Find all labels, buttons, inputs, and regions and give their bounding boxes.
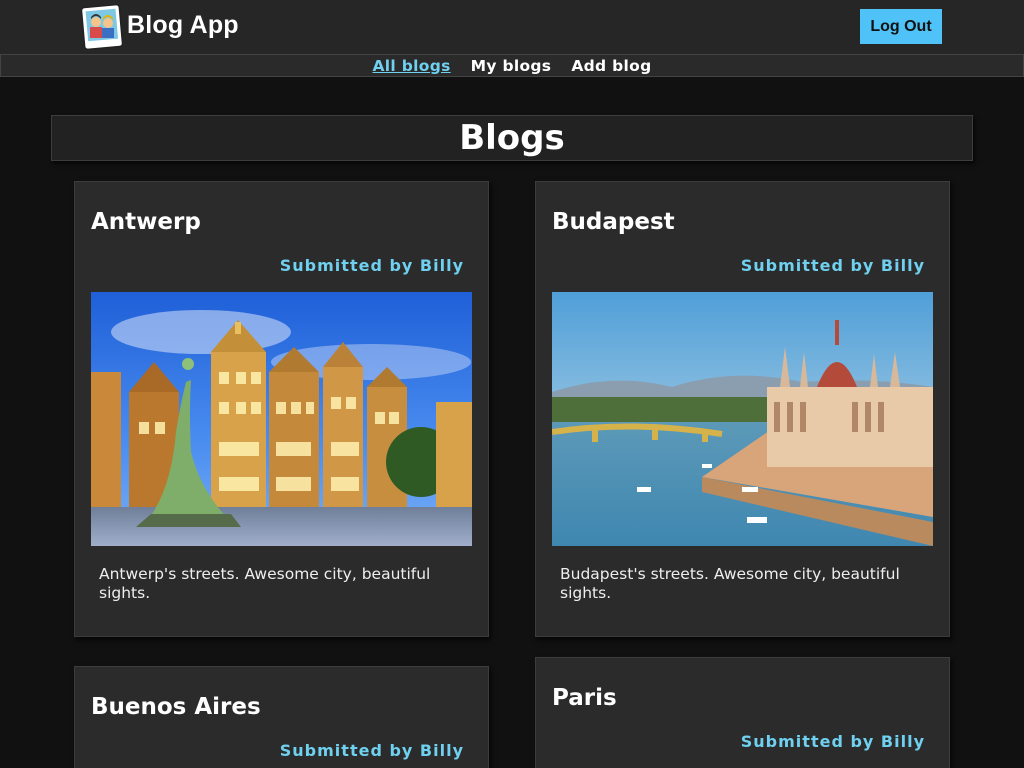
blog-card-buenos-aires[interactable]: Buenos Aires Submitted by Billy — [74, 666, 489, 768]
top-bar: Blog App Log Out — [0, 0, 1024, 54]
blog-card-author: Submitted by Billy — [279, 741, 464, 760]
nav-link-add-blog[interactable]: Add blog — [571, 57, 651, 75]
nav-link-my-blogs[interactable]: My blogs — [471, 57, 552, 75]
nav-link-all-blogs[interactable]: All blogs — [373, 57, 451, 75]
blog-card-description: Budapest's streets. Awesome city, beauti… — [560, 565, 900, 602]
main-nav: All blogs My blogs Add blog — [0, 54, 1024, 77]
blog-card-title[interactable]: Budapest — [552, 209, 675, 235]
blog-card-image[interactable] — [552, 292, 933, 546]
blog-card-title[interactable]: Paris — [552, 685, 617, 711]
page-title-box: Blogs — [51, 115, 973, 161]
blog-card-author: Submitted by Billy — [740, 256, 925, 275]
blog-card-budapest[interactable]: Budapest Submitted by Billy Budapest's s… — [535, 181, 950, 637]
blog-card-antwerp[interactable]: Antwerp Submitted by Billy Antwerp's str… — [74, 181, 489, 637]
blog-card-author: Submitted by Billy — [279, 256, 464, 275]
app-logo-icon[interactable] — [80, 3, 124, 51]
blog-card-title[interactable]: Antwerp — [91, 209, 201, 235]
app-title[interactable]: Blog App — [127, 11, 239, 40]
page-title: Blogs — [459, 118, 565, 158]
logout-button[interactable]: Log Out — [860, 9, 942, 44]
blog-card-paris[interactable]: Paris Submitted by Billy — [535, 657, 950, 768]
blog-card-title[interactable]: Buenos Aires — [91, 694, 261, 720]
blog-card-author: Submitted by Billy — [740, 732, 925, 751]
blog-card-description: Antwerp's streets. Awesome city, beautif… — [99, 565, 431, 602]
blog-card-image[interactable] — [91, 292, 472, 546]
